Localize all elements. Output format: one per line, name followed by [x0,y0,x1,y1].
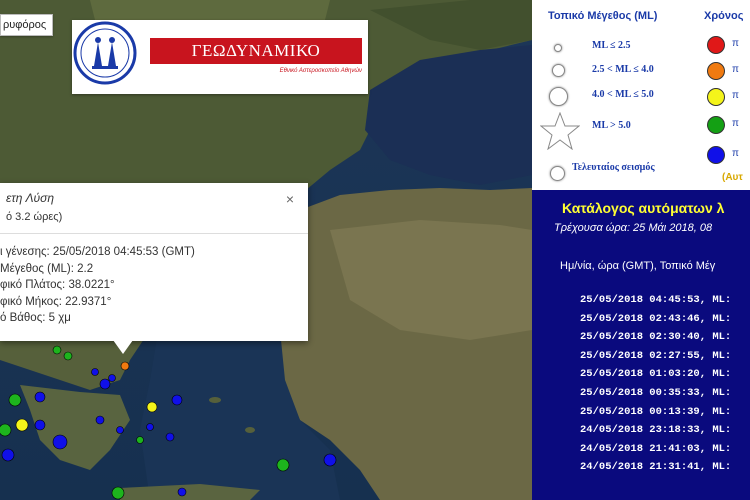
popup-header: ετη Λύση ό 3.2 ώρες) × [0,183,308,234]
event-marker[interactable] [52,345,62,355]
event-marker[interactable] [323,453,337,467]
longitude-row: φικό Μήκος: 22.9371° [0,295,112,308]
time-label-1: π [732,38,739,49]
time-label-2: π [732,64,739,75]
map-type-button[interactable]: ρυφόρος [0,14,54,36]
magnitude-label-1: ML ≤ 2.5 [592,40,631,51]
time-color-4-icon [707,116,725,134]
event-marker[interactable] [99,378,111,390]
close-icon[interactable]: × [286,191,294,207]
catalog-title: Κατάλογος αυτόματων λ [562,200,725,216]
island [245,427,255,433]
event-marker[interactable] [171,394,183,406]
time-label-5: π [732,148,739,159]
event-marker[interactable] [63,351,73,361]
event-marker[interactable] [34,391,46,403]
event-marker[interactable] [116,426,124,434]
last-event-icon [550,166,565,181]
event-marker[interactable] [8,393,22,407]
island [209,397,221,403]
event-marker[interactable] [177,487,187,497]
last-event-label: Τελευταίος σεισμός [572,162,655,173]
time-label-4: π [732,118,739,129]
list-item[interactable]: 25/05/2018 01:03:20, ML: [580,368,731,387]
magnitude-label-3: 4.0 < ML ≤ 5.0 [592,89,654,100]
event-marker[interactable] [0,423,12,437]
map-view[interactable]: ρυφόρος ΓΕΩΔΥΝΑΜΙΚΟ ΙΝΣΤΙΤΟΥΤΟ Εθνικό Ασ… [0,0,532,500]
time-legend-title: Χρόνος [704,10,744,22]
time-color-1-icon [707,36,725,54]
event-marker[interactable] [136,436,144,444]
popup-title: ετη Λύση [6,191,55,205]
list-item[interactable]: 25/05/2018 02:43:46, ML: [580,313,731,332]
auto-note: (Αυτ [722,172,743,183]
magnitude-label-4: ML > 5.0 [592,120,631,131]
event-marker[interactable] [146,423,154,431]
legend: Τοπικό Μέγεθος (ML) Χρόνος ML ≤ 2.5 2.5 … [532,0,750,190]
latest-event-marker[interactable] [120,361,130,371]
time-color-5-icon [707,146,725,164]
magnitude-legend-title: Τοπικό Μέγεθος (ML) [548,10,658,22]
event-marker[interactable] [91,368,99,376]
event-marker[interactable] [111,486,125,500]
origin-time-row: ι γένεσης: 25/05/2018 04:45:53 (GMT) [0,246,195,258]
event-marker[interactable] [34,419,46,431]
event-marker[interactable] [165,432,175,442]
event-marker[interactable] [15,418,29,432]
logo-title: ΓΕΩΔΥΝΑΜΙΚΟ ΙΝΣΤΙΤΟΥΤΟ [150,38,362,86]
list-item[interactable]: 25/05/2018 04:45:53, ML: [580,294,731,313]
time-label-3: π [732,90,739,101]
list-item[interactable]: 24/05/2018 23:18:33, ML: [580,424,731,443]
time-color-2-icon [707,62,725,80]
time-color-3-icon [707,88,725,106]
size-large-icon [549,87,568,106]
event-marker[interactable] [52,434,68,450]
institute-seal-icon [73,21,137,85]
event-marker[interactable] [108,374,116,382]
magnitude-row: Μέγεθος (ML): 2.2 [0,262,94,275]
side-panel: Τοπικό Μέγεθος (ML) Χρόνος ML ≤ 2.5 2.5 … [532,0,750,500]
event-marker[interactable] [146,401,158,413]
popup-pointer [113,340,133,354]
list-item[interactable]: 25/05/2018 02:27:55, ML: [580,350,731,369]
catalog-header: Ημ/νία, ώρα (GMT), Τοπικό Μέγ [560,260,716,272]
star-icon [540,112,580,150]
institute-logo: ΓΕΩΔΥΝΑΜΙΚΟ ΙΝΣΤΙΤΟΥΤΟ Εθνικό Αστεροσκοπ… [72,20,368,94]
event-marker[interactable] [95,415,105,425]
list-item[interactable]: 25/05/2018 02:30:40, ML: [580,331,731,350]
list-item[interactable]: 24/05/2018 21:31:41, ML: [580,461,731,480]
latitude-row: φικό Πλάτος: 38.0221° [0,279,115,291]
list-item[interactable]: 24/05/2018 21:41:03, ML: [580,443,731,462]
event-marker[interactable] [276,458,290,472]
depth-row: ό Βάθος: 5 χμ [0,312,71,324]
event-info-popup: ετη Λύση ό 3.2 ώρες) × ι γένεσης: 25/05/… [0,183,308,341]
automatic-catalog: Κατάλογος αυτόματων λ Τρέχουσα ώρα: 25 Μ… [532,190,750,500]
popup-details: ι γένεσης: 25/05/2018 04:45:53 (GMT) Μέγ… [0,234,308,329]
size-medium-icon [552,64,565,77]
list-item[interactable]: 25/05/2018 00:35:33, ML: [580,387,731,406]
magnitude-label-2: 2.5 < ML ≤ 4.0 [592,64,654,75]
catalog-list: 25/05/2018 04:45:53, ML: 25/05/2018 02:4… [580,294,731,480]
event-marker[interactable] [1,448,15,462]
size-small-icon [554,44,562,52]
current-time: Τρέχουσα ώρα: 25 Μάι 2018, 08 [554,222,713,234]
popup-subtitle: ό 3.2 ώρες) [6,211,63,223]
logo-subtitle: Εθνικό Αστεροσκοπείο Αθηνών [279,68,362,74]
list-item[interactable]: 25/05/2018 00:13:39, ML: [580,406,731,425]
